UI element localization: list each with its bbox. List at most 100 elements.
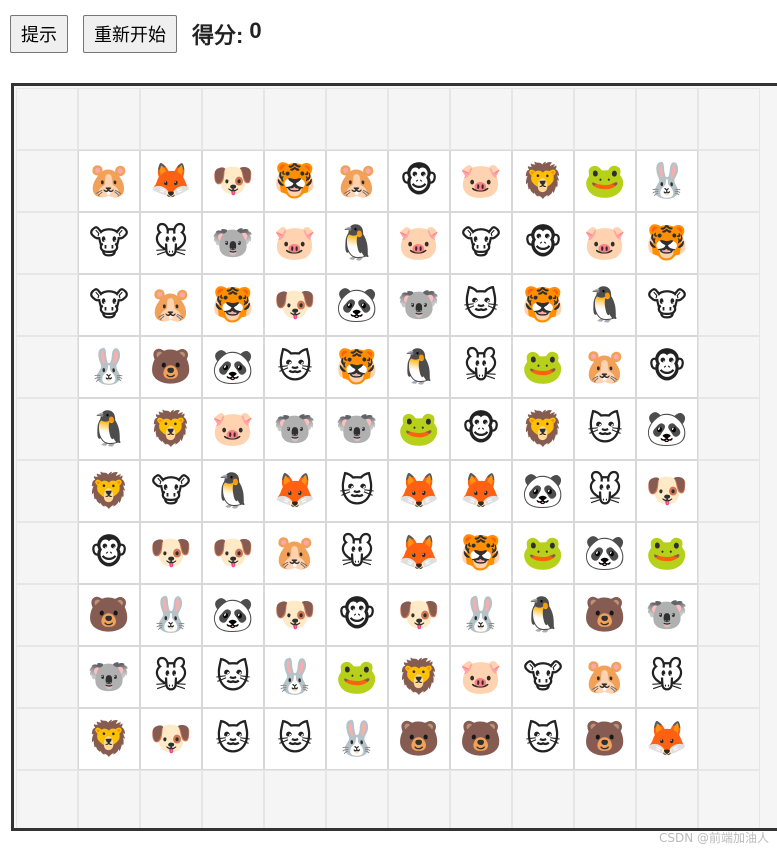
animal-tile[interactable]: 🐶 (264, 274, 326, 336)
animal-tile[interactable]: 🐸 (388, 398, 450, 460)
animal-tile[interactable]: 🐷 (450, 646, 512, 708)
animal-tile[interactable]: 🐼 (636, 398, 698, 460)
animal-tile[interactable]: 🐹 (574, 646, 636, 708)
animal-tile[interactable]: 🐵 (636, 336, 698, 398)
animal-tile[interactable]: 🐧 (202, 460, 264, 522)
animal-tile[interactable]: 🐯 (636, 212, 698, 274)
animal-tile[interactable]: 🐻 (574, 708, 636, 770)
animal-tile[interactable]: 🐰 (140, 584, 202, 646)
animal-tile[interactable]: 🐹 (264, 522, 326, 584)
animal-tile[interactable]: 🦁 (512, 150, 574, 212)
animal-tile[interactable]: 🐧 (512, 584, 574, 646)
animal-tile[interactable]: 🐮 (636, 274, 698, 336)
animal-tile[interactable]: 🐱 (202, 646, 264, 708)
animal-tile[interactable]: 🐷 (450, 150, 512, 212)
animal-tile[interactable]: 🐨 (264, 398, 326, 460)
animal-tile[interactable]: 🐱 (264, 708, 326, 770)
animal-tile[interactable]: 🐮 (512, 646, 574, 708)
hint-button[interactable]: 提示 (10, 15, 68, 53)
restart-button[interactable]: 重新开始 (83, 15, 177, 53)
animal-tile[interactable]: 🐻 (388, 708, 450, 770)
animal-tile[interactable]: 🐻 (574, 584, 636, 646)
animal-tile[interactable]: 🐼 (512, 460, 574, 522)
animal-tile[interactable]: 🐶 (202, 150, 264, 212)
animal-tile[interactable]: 🐵 (512, 212, 574, 274)
animal-tile[interactable]: 🐰 (636, 150, 698, 212)
animal-tile[interactable]: 🐼 (202, 584, 264, 646)
animal-tile[interactable]: 🐱 (512, 708, 574, 770)
animal-tile[interactable]: 🦁 (388, 646, 450, 708)
animal-tile[interactable]: 🐸 (574, 150, 636, 212)
animal-tile[interactable]: 🐹 (574, 336, 636, 398)
animal-tile[interactable]: 🐱 (264, 336, 326, 398)
animal-tile[interactable]: 🐷 (264, 212, 326, 274)
animal-tile[interactable]: 🦁 (78, 460, 140, 522)
animal-tile[interactable]: 🐧 (574, 274, 636, 336)
animal-tile[interactable]: 🐹 (140, 274, 202, 336)
animal-tile[interactable]: 🐰 (450, 584, 512, 646)
animal-tile[interactable]: 🐭 (140, 646, 202, 708)
animal-tile[interactable]: 🦊 (636, 708, 698, 770)
animal-tile[interactable]: 🐶 (140, 522, 202, 584)
animal-tile[interactable]: 🦊 (140, 150, 202, 212)
animal-tile[interactable]: 🐯 (450, 522, 512, 584)
animal-tile[interactable]: 🐶 (388, 584, 450, 646)
animal-tile[interactable]: 🦊 (450, 460, 512, 522)
animal-tile[interactable]: 🐮 (450, 212, 512, 274)
animal-tile[interactable]: 🐱 (202, 708, 264, 770)
animal-tile[interactable]: 🦊 (264, 460, 326, 522)
animal-tile[interactable]: 🦊 (388, 460, 450, 522)
animal-tile[interactable]: 🐯 (264, 150, 326, 212)
animal-tile[interactable]: 🐱 (326, 460, 388, 522)
animal-tile[interactable]: 🐨 (388, 274, 450, 336)
animal-tile[interactable]: 🐸 (512, 522, 574, 584)
animal-tile[interactable]: 🐸 (512, 336, 574, 398)
animal-tile[interactable]: 🦁 (140, 398, 202, 460)
animal-tile[interactable]: 🐰 (326, 708, 388, 770)
animal-tile[interactable]: 🐼 (202, 336, 264, 398)
animal-tile[interactable]: 🐭 (326, 522, 388, 584)
animal-tile[interactable]: 🐵 (450, 398, 512, 460)
animal-tile[interactable]: 🐶 (140, 708, 202, 770)
animal-tile[interactable]: 🐨 (636, 584, 698, 646)
animal-tile[interactable]: 🐶 (264, 584, 326, 646)
animal-tile[interactable]: 🐶 (636, 460, 698, 522)
animal-tile[interactable]: 🐧 (78, 398, 140, 460)
animal-tile[interactable]: 🐨 (202, 212, 264, 274)
animal-tile[interactable]: 🐵 (326, 584, 388, 646)
animal-tile[interactable]: 🦊 (388, 522, 450, 584)
animal-tile[interactable]: 🐧 (388, 336, 450, 398)
animal-tile[interactable]: 🐮 (78, 212, 140, 274)
animal-tile[interactable]: 🐻 (450, 708, 512, 770)
animal-tile[interactable]: 🐵 (78, 522, 140, 584)
animal-tile[interactable]: 🐹 (326, 150, 388, 212)
animal-tile[interactable]: 🐭 (574, 460, 636, 522)
animal-tile[interactable]: 🐻 (140, 336, 202, 398)
animal-tile[interactable]: 🐯 (512, 274, 574, 336)
animal-tile[interactable]: 🐸 (636, 522, 698, 584)
animal-tile[interactable]: 🐷 (202, 398, 264, 460)
animal-tile[interactable]: 🐨 (326, 398, 388, 460)
animal-tile[interactable]: 🐰 (264, 646, 326, 708)
animal-tile[interactable]: 🐮 (140, 460, 202, 522)
animal-tile[interactable]: 🐭 (140, 212, 202, 274)
animal-tile[interactable]: 🐮 (78, 274, 140, 336)
animal-tile[interactable]: 🐱 (574, 398, 636, 460)
animal-tile[interactable]: 🐭 (636, 646, 698, 708)
animal-tile[interactable]: 🐭 (450, 336, 512, 398)
animal-tile[interactable]: 🐯 (202, 274, 264, 336)
animal-tile[interactable]: 🐱 (450, 274, 512, 336)
animal-tile[interactable]: 🐹 (78, 150, 140, 212)
animal-tile[interactable]: 🐼 (326, 274, 388, 336)
animal-tile[interactable]: 🐻 (78, 584, 140, 646)
animal-tile[interactable]: 🐨 (78, 646, 140, 708)
animal-tile[interactable]: 🐸 (326, 646, 388, 708)
animal-tile[interactable]: 🐧 (326, 212, 388, 274)
animal-tile[interactable]: 🐷 (388, 212, 450, 274)
animal-tile[interactable]: 🦁 (512, 398, 574, 460)
animal-tile[interactable]: 🐶 (202, 522, 264, 584)
animal-tile[interactable]: 🐯 (326, 336, 388, 398)
animal-tile[interactable]: 🐵 (388, 150, 450, 212)
animal-tile[interactable]: 🦁 (78, 708, 140, 770)
animal-tile[interactable]: 🐰 (78, 336, 140, 398)
